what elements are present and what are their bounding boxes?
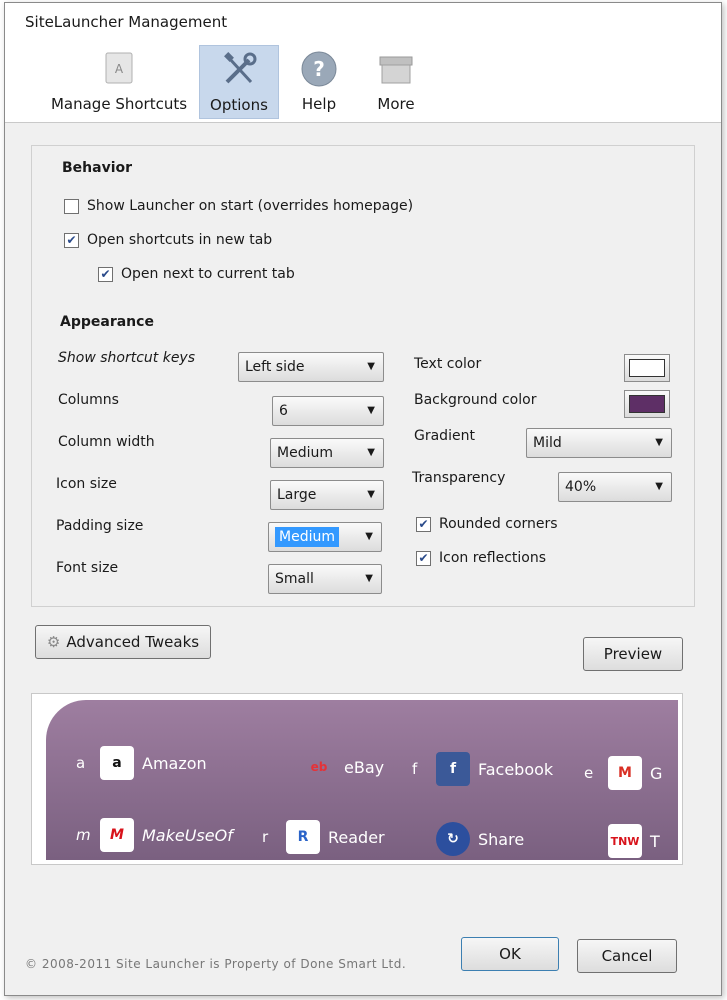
chevron-down-icon: ▼ bbox=[365, 531, 373, 542]
advanced-tweaks-button[interactable]: ⚙ Advanced Tweaks bbox=[35, 625, 211, 659]
preview-button[interactable]: Preview bbox=[583, 637, 683, 671]
reader-icon: R bbox=[286, 820, 320, 854]
tools-icon bbox=[224, 52, 257, 84]
shortcut-ebay[interactable]: eb eBay bbox=[278, 750, 384, 784]
rounded-corners-checkbox[interactable]: ✔ bbox=[416, 516, 431, 532]
chevron-down-icon: ▼ bbox=[367, 405, 375, 416]
transparency-label: Transparency bbox=[412, 470, 506, 486]
copyright-text: © 2008-2011 Site Launcher is Property of… bbox=[25, 957, 407, 971]
gmail-icon: M bbox=[608, 756, 642, 790]
shortcut-gmail[interactable]: e M G bbox=[584, 756, 662, 790]
text-color-label: Text color bbox=[414, 356, 482, 372]
shortcut-makeuseof[interactable]: m M MakeUseOf bbox=[76, 818, 233, 852]
show-launcher-option[interactable]: Show Launcher on start (overrides homepa… bbox=[64, 198, 413, 214]
padding-size-label: Padding size bbox=[56, 518, 144, 534]
main-window: SiteLauncher Management A Manage Shortcu… bbox=[4, 2, 722, 996]
gear-icon: ⚙ bbox=[46, 633, 61, 651]
text-color-fill bbox=[629, 359, 665, 377]
background-color-label: Background color bbox=[414, 392, 537, 408]
shortcut-reader[interactable]: r R Reader bbox=[262, 820, 385, 854]
gradient-label: Gradient bbox=[414, 428, 475, 444]
transparency-select[interactable]: 40% ▼ bbox=[558, 472, 672, 502]
show-launcher-checkbox[interactable] bbox=[64, 198, 79, 214]
window-title: SiteLauncher Management bbox=[25, 13, 228, 31]
makeuseof-icon: M bbox=[100, 818, 134, 852]
share-icon: ↻ bbox=[436, 822, 470, 856]
chevron-down-icon: ▼ bbox=[365, 573, 373, 584]
svg-text:?: ? bbox=[313, 57, 325, 81]
shortcut-a-icon: A bbox=[105, 52, 133, 84]
svg-text:A: A bbox=[115, 62, 124, 76]
columns-label: Columns bbox=[58, 392, 119, 408]
amazon-icon: a bbox=[100, 746, 134, 780]
open-next-checkbox[interactable]: ✔ bbox=[98, 266, 113, 282]
padding-size-select[interactable]: Medium ▼ bbox=[268, 522, 382, 552]
options-panel: Behavior Show Launcher on start (overrid… bbox=[5, 123, 721, 995]
font-size-label: Font size bbox=[56, 560, 119, 576]
ebay-icon: eb bbox=[310, 760, 328, 774]
cancel-button[interactable]: Cancel bbox=[577, 939, 677, 973]
open-new-tab-option[interactable]: ✔ Open shortcuts in new tab bbox=[64, 232, 272, 248]
chevron-down-icon: ▼ bbox=[655, 481, 663, 492]
launcher-panel: a a Amazon eb eBay f f Facebook e M G m … bbox=[46, 700, 678, 860]
tab-more[interactable]: More bbox=[365, 45, 427, 119]
text-color-swatch[interactable] bbox=[624, 354, 670, 382]
rounded-corners-option[interactable]: ✔ Rounded corners bbox=[416, 516, 558, 532]
open-new-tab-checkbox[interactable]: ✔ bbox=[64, 232, 79, 248]
columns-select[interactable]: 6 ▼ bbox=[272, 396, 384, 426]
chevron-down-icon: ▼ bbox=[367, 489, 375, 500]
background-color-fill bbox=[629, 395, 665, 413]
settings-group: Behavior Show Launcher on start (overrid… bbox=[31, 145, 695, 607]
column-width-select[interactable]: Medium ▼ bbox=[270, 438, 384, 468]
chevron-down-icon: ▼ bbox=[367, 447, 375, 458]
shortcut-keys-label: Show shortcut keys bbox=[58, 350, 196, 366]
chevron-down-icon: ▼ bbox=[655, 437, 663, 448]
icon-reflections-option[interactable]: ✔ Icon reflections bbox=[416, 550, 546, 566]
help-icon: ? bbox=[301, 51, 337, 87]
appearance-heading: Appearance bbox=[60, 314, 154, 330]
icon-size-label: Icon size bbox=[56, 476, 117, 492]
shortcut-amazon[interactable]: a a Amazon bbox=[76, 746, 207, 780]
font-size-select[interactable]: Small ▼ bbox=[268, 564, 382, 594]
tab-manage-shortcuts[interactable]: A Manage Shortcuts bbox=[49, 45, 189, 119]
tab-help[interactable]: ? Help bbox=[289, 45, 349, 119]
icon-reflections-checkbox[interactable]: ✔ bbox=[416, 550, 431, 566]
shortcut-keys-select[interactable]: Left side ▼ bbox=[238, 352, 384, 382]
tab-options[interactable]: Options bbox=[199, 45, 279, 119]
background-color-swatch[interactable] bbox=[624, 390, 670, 418]
launcher-preview: a a Amazon eb eBay f f Facebook e M G m … bbox=[31, 693, 683, 865]
toolbar: A Manage Shortcuts Options ? Help More bbox=[5, 39, 721, 123]
gradient-select[interactable]: Mild ▼ bbox=[526, 428, 672, 458]
shortcut-share[interactable]: ↻ Share bbox=[412, 822, 524, 856]
shortcut-facebook[interactable]: f f Facebook bbox=[412, 752, 553, 786]
tnw-icon: TNW bbox=[608, 824, 642, 858]
facebook-icon: f bbox=[436, 752, 470, 786]
open-next-option[interactable]: ✔ Open next to current tab bbox=[98, 266, 295, 282]
icon-size-select[interactable]: Large ▼ bbox=[270, 480, 384, 510]
column-width-label: Column width bbox=[58, 434, 155, 450]
box-icon bbox=[379, 56, 413, 84]
ok-button[interactable]: OK bbox=[461, 937, 559, 971]
behavior-heading: Behavior bbox=[62, 160, 133, 176]
shortcut-tnw[interactable]: TNW T bbox=[584, 824, 660, 858]
chevron-down-icon: ▼ bbox=[367, 361, 375, 372]
title-bar: SiteLauncher Management bbox=[5, 3, 721, 39]
